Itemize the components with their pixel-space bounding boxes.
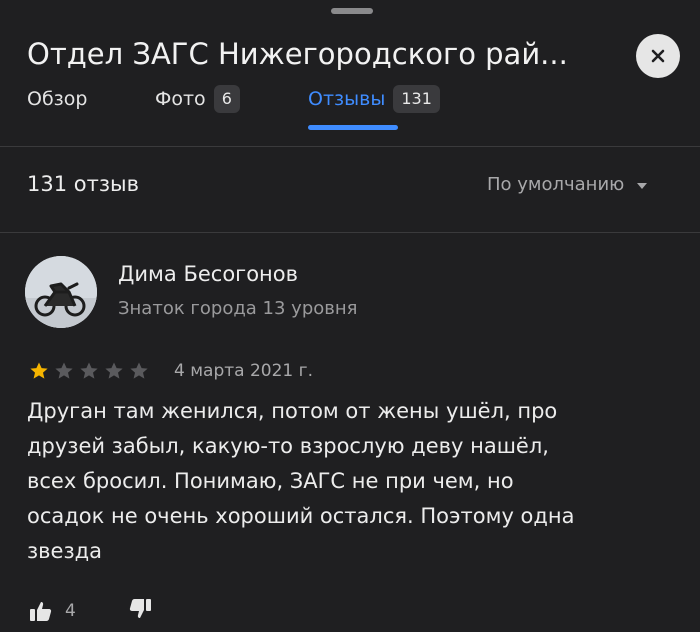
drag-handle[interactable]: [331, 8, 373, 14]
divider: [0, 232, 700, 233]
rating-stars: [29, 360, 154, 382]
sort-label: По умолчанию: [487, 174, 625, 195]
review-text: Друган там женился, потом от жены ушёл, …: [27, 394, 677, 569]
close-button[interactable]: [636, 34, 680, 78]
review-text-line: звезда: [27, 539, 103, 563]
divider: [0, 146, 700, 147]
caret-down-icon: [637, 182, 648, 189]
tab-overview[interactable]: Обзор: [27, 84, 87, 114]
review-text-line: осадок не очень хороший остался. Поэтому…: [27, 504, 575, 528]
author-level: Знаток города 13 уровня: [118, 298, 358, 319]
review-count: 131 отзыв: [27, 172, 139, 196]
sort-dropdown[interactable]: По умолчанию: [487, 174, 648, 195]
review-text-line: друзей забыл, какую-то взрослую деву наш…: [27, 434, 549, 458]
like-count: 4: [65, 601, 76, 621]
star-empty-icon: [130, 362, 148, 379]
active-tab-indicator: [308, 125, 398, 130]
tab-photos-label: Фото: [155, 88, 206, 110]
motorcycle-icon: [25, 256, 97, 328]
tab-photos[interactable]: Фото 6: [155, 84, 240, 114]
tab-overview-label: Обзор: [27, 88, 88, 110]
tab-photos-count: 6: [213, 85, 240, 113]
star-empty-icon: [55, 362, 73, 379]
tab-reviews[interactable]: Отзывы 131: [308, 84, 440, 114]
tab-reviews-label: Отзывы: [308, 88, 386, 110]
page-title: Отдел ЗАГС Нижегородского рай...: [27, 37, 568, 71]
tab-bar: Обзор Фото 6 Отзывы 131: [27, 84, 687, 130]
star-empty-icon: [80, 362, 98, 379]
avatar[interactable]: [25, 256, 97, 328]
like-button[interactable]: 4: [29, 597, 76, 625]
dislike-button[interactable]: [128, 597, 152, 625]
thumbs-down-icon: [129, 599, 151, 618]
review-text-line: Друган там женился, потом от жены ушёл, …: [27, 399, 558, 423]
author-name[interactable]: Дима Бесогонов: [118, 262, 298, 286]
review-text-line: всех бросил. Понимаю, ЗАГС не при чем, н…: [27, 469, 514, 493]
thumbs-up-icon: [30, 602, 52, 621]
close-icon: [651, 49, 665, 63]
tab-reviews-count: 131: [393, 85, 440, 113]
review-sheet: Отдел ЗАГС Нижегородского рай... Обзор Ф…: [0, 0, 700, 632]
review-date: 4 марта 2021 г.: [174, 361, 313, 381]
star-empty-icon: [105, 362, 123, 379]
star-filled-icon: [30, 362, 48, 379]
